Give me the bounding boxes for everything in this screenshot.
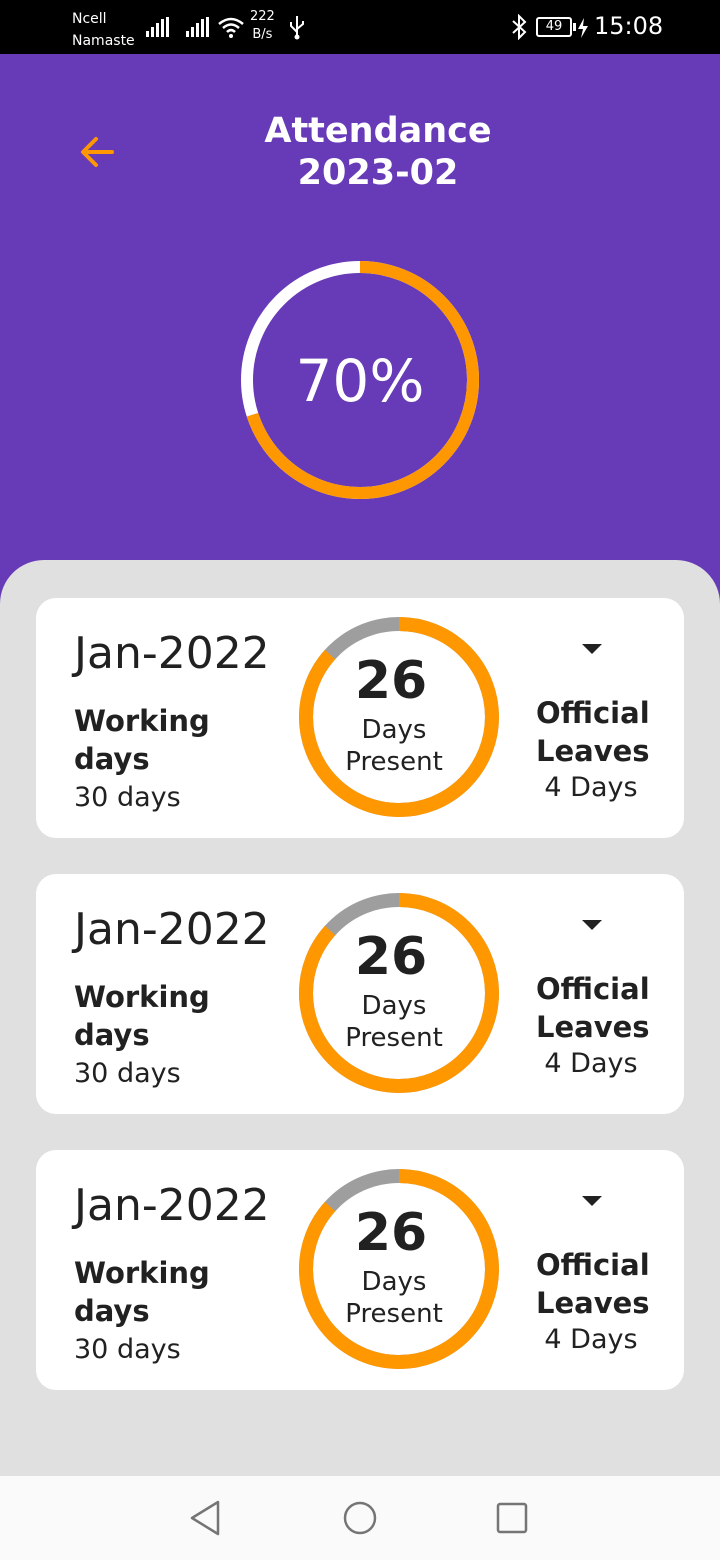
attendance-card[interactable]: Jan-2022 Working days 30 days 26 Days Pr… [36,598,684,838]
network-speed-unit: B/s [252,27,273,42]
card-month: Jan-2022 [74,628,270,679]
working-days-value: 30 days [74,1334,181,1365]
official-leaves-label: Official Leaves [536,1246,650,1322]
official-leaves-label-line1: Official [536,972,650,1006]
caret-down-icon[interactable] [572,1186,612,1214]
network-speed-value: 222 [250,9,275,24]
days-present-label: Days Present [326,990,462,1054]
days-present-label-line2: Present [345,1299,443,1329]
official-leaves-label-line2: Leaves [536,734,650,768]
system-nav-bar [0,1476,720,1560]
days-present-count: 26 [354,651,428,711]
working-days-value: 30 days [74,782,181,813]
wifi-icon [218,17,244,38]
official-leaves-label-line1: Official [536,696,650,730]
square-recents-icon[interactable] [492,1498,532,1538]
working-days-value: 30 days [74,1058,181,1089]
carrier-line1: Ncell [72,11,107,27]
days-present-count: 26 [354,1203,428,1263]
status-bar: Ncell Namaste 222 B/s 49 15:08 [0,0,720,54]
caret-down-icon[interactable] [572,634,612,662]
battery-indicator: 49 [536,17,576,37]
clock: 15:08 [594,12,664,40]
page-title-line2: 2023-02 [297,153,459,193]
card-month: Jan-2022 [74,904,270,955]
days-present-count: 26 [354,927,428,987]
working-days-label: Working days [74,1256,210,1328]
official-leaves-label-line2: Leaves [536,1286,650,1320]
card-month: Jan-2022 [74,1180,270,1231]
days-present-label: Days Present [326,714,462,778]
carrier-name: Ncell Namaste [72,8,135,52]
page-title: Attendance 2023-02 [218,110,538,194]
carrier-line2: Namaste [72,33,135,49]
signal-icon [146,17,169,37]
attendance-card[interactable]: Jan-2022 Working days 30 days 26 Days Pr… [36,1150,684,1390]
usb-icon [290,16,304,40]
page-title-line1: Attendance [264,111,492,151]
working-days-label: Working days [74,980,210,1052]
official-leaves-label: Official Leaves [536,694,650,770]
triangle-back-icon[interactable] [186,1498,226,1538]
official-leaves-label: Official Leaves [536,970,650,1046]
days-present-label-line1: Days [361,1267,427,1297]
days-present-label-line1: Days [361,991,427,1021]
official-leaves-label-line1: Official [536,1248,650,1282]
overall-percent: 70% [295,347,425,415]
days-present-label-line2: Present [345,747,443,777]
back-arrow-icon[interactable] [76,130,120,174]
caret-down-icon[interactable] [572,910,612,938]
circle-home-icon[interactable] [340,1498,380,1538]
days-present-label: Days Present [326,1266,462,1330]
official-leaves-value: 4 Days [544,1324,638,1355]
attendance-card[interactable]: Jan-2022 Working days 30 days 26 Days Pr… [36,874,684,1114]
charging-icon [578,18,588,38]
official-leaves-value: 4 Days [544,772,638,803]
official-leaves-value: 4 Days [544,1048,638,1079]
signal-icon [186,17,209,37]
working-days-label: Working days [74,704,210,776]
bluetooth-icon [512,14,527,40]
network-speed: 222 B/s [250,8,275,44]
days-present-label-line2: Present [345,1023,443,1053]
official-leaves-label-line2: Leaves [536,1010,650,1044]
days-present-label-line1: Days [361,715,427,745]
